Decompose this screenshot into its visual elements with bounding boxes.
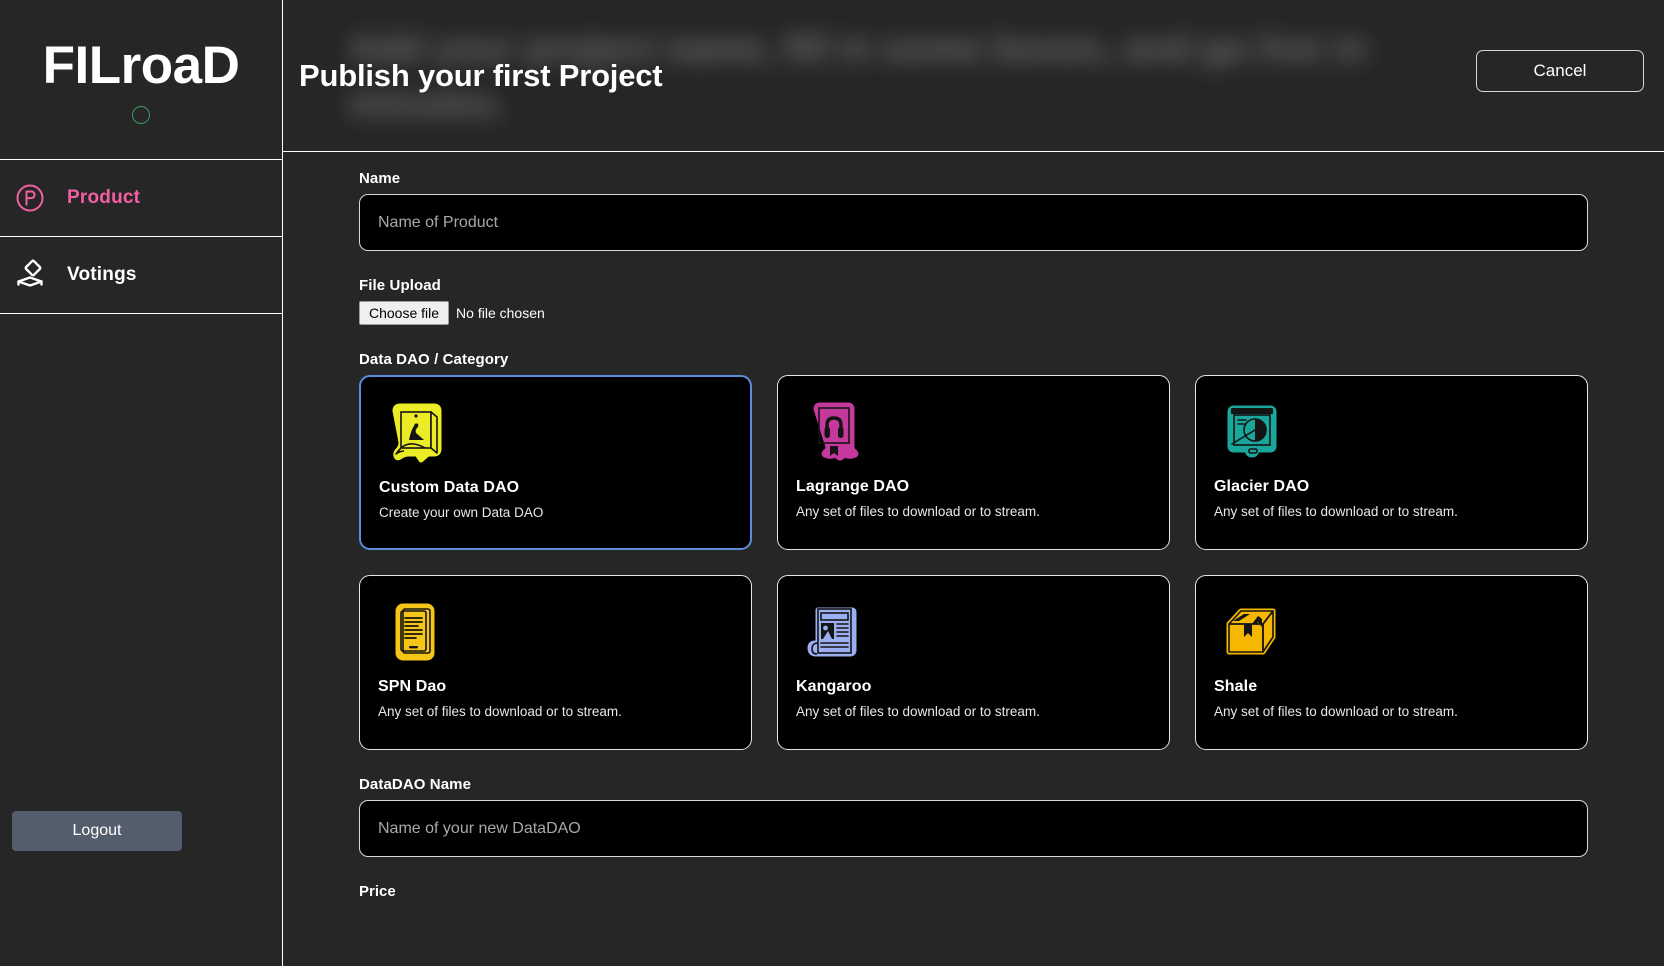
dao-card-glacier-dao[interactable]: Glacier DAO Any set of files to download…	[1195, 375, 1588, 550]
sidebar-item-product[interactable]: Product	[0, 160, 282, 237]
dao-card-title: Shale	[1214, 678, 1258, 695]
dao-card-description: Any set of files to download or to strea…	[378, 704, 622, 719]
dao-card-description: Any set of files to download or to strea…	[1214, 704, 1458, 719]
product-circle-p-icon	[12, 180, 48, 216]
custom-data-dao-icon	[379, 395, 455, 471]
dao-card-description: Create your own Data DAO	[379, 505, 544, 520]
dao-card-grid: Custom Data DAO Create your own Data DAO	[359, 375, 1588, 750]
main-area: Add your project name, fill in some boxe…	[283, 0, 1664, 966]
dao-card-lagrange-dao[interactable]: Lagrange DAO Any set of files to downloa…	[777, 375, 1170, 550]
category-label: Data DAO / Category	[359, 351, 509, 368]
sidebar-item-label-votings: Votings	[67, 264, 137, 285]
choose-file-button[interactable]: Choose file	[359, 301, 450, 325]
brand-name: FILroaD	[42, 36, 240, 95]
dao-card-title: Custom Data DAO	[379, 479, 520, 496]
file-upload-label: File Upload	[359, 277, 441, 294]
dao-card-description: Any set of files to download or to strea…	[796, 504, 1040, 519]
package-box-icon	[1214, 594, 1290, 670]
presentation-chart-icon	[1214, 394, 1290, 470]
name-field-label: Name	[359, 170, 401, 187]
audiobook-icon	[796, 394, 872, 470]
dao-card-description: Any set of files to download or to strea…	[796, 704, 1040, 719]
dao-card-title: Kangaroo	[796, 678, 872, 695]
form-inner: Name File Upload Choose file No file cho…	[283, 170, 1664, 900]
dao-card-title: Lagrange DAO	[796, 478, 910, 495]
cancel-button[interactable]: Cancel	[1476, 50, 1644, 92]
page-title: Publish your first Project	[299, 57, 663, 93]
dao-card-shale[interactable]: Shale Any set of files to download or to…	[1195, 575, 1588, 750]
sidebar-item-votings[interactable]: Votings	[0, 237, 282, 314]
dao-card-title: SPN Dao	[378, 678, 447, 695]
dao-card-custom-data-dao[interactable]: Custom Data DAO Create your own Data DAO	[359, 375, 752, 550]
price-field-label: Price	[359, 883, 396, 900]
name-input[interactable]	[359, 194, 1588, 251]
file-upload-status: No file chosen	[456, 305, 545, 321]
logout-area: Logout	[0, 811, 282, 966]
dao-card-kangaroo[interactable]: Kangaroo Any set of files to download or…	[777, 575, 1170, 750]
sidebar: FILroaD Product Votings Logout	[0, 0, 283, 966]
top-bar: Add your project name, fill in some boxe…	[283, 0, 1664, 152]
datadao-name-label: DataDAO Name	[359, 776, 472, 793]
dao-card-title: Glacier DAO	[1214, 478, 1310, 495]
brand-block: FILroaD	[0, 0, 282, 160]
sidebar-item-label-product: Product	[67, 187, 141, 208]
ereader-icon	[378, 594, 454, 670]
status-circle-icon	[132, 106, 150, 124]
logout-button[interactable]: Logout	[12, 811, 182, 851]
newspaper-icon	[796, 594, 872, 670]
dao-card-description: Any set of files to download or to strea…	[1214, 504, 1458, 519]
form-content: Name File Upload Choose file No file cho…	[283, 152, 1664, 965]
datadao-name-input[interactable]	[359, 800, 1588, 857]
file-upload-row: Choose file No file chosen	[359, 301, 1588, 325]
ballot-box-icon	[12, 257, 48, 293]
app-root: FILroaD Product Votings Logout Add your …	[0, 0, 1664, 966]
dao-card-spn-dao[interactable]: SPN Dao Any set of files to download or …	[359, 575, 752, 750]
top-bar-actions: Cancel	[1476, 50, 1644, 92]
